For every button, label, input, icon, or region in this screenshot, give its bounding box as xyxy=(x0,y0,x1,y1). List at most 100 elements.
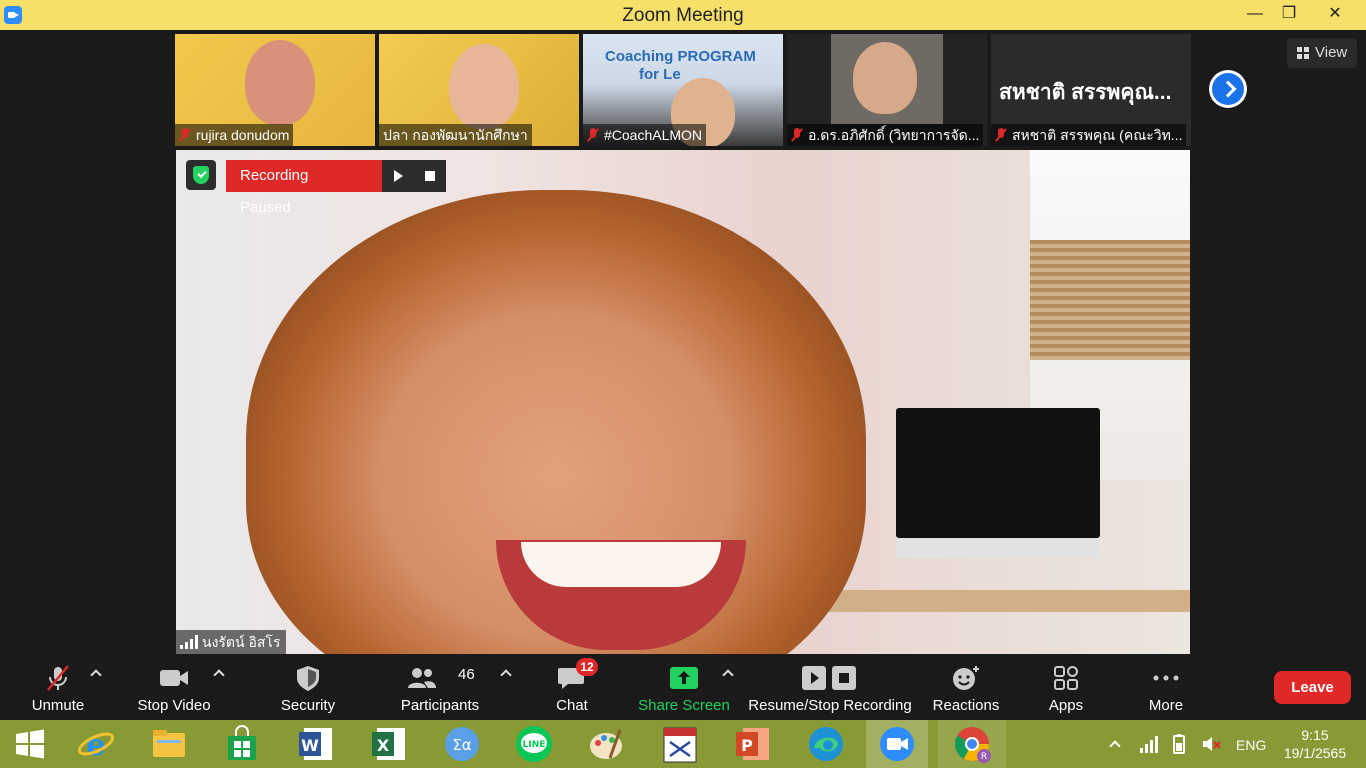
recording-status: Recording Paused xyxy=(226,160,382,216)
taskbar-clock[interactable]: 9:15 19/1/2565 xyxy=(1270,726,1360,762)
audio-options-caret[interactable] xyxy=(91,668,101,678)
security-button[interactable]: Security xyxy=(270,656,346,720)
apps-icon xyxy=(1054,666,1078,690)
apps-button[interactable]: Apps xyxy=(1040,656,1092,720)
resume-recording-button[interactable] xyxy=(382,160,414,192)
participant-name: สหชาติ สรรพคุณ (คณะวิท... xyxy=(1012,127,1183,143)
participants-options-caret[interactable] xyxy=(501,668,511,678)
more-button[interactable]: More xyxy=(1140,656,1192,720)
share-screen-icon xyxy=(670,667,698,689)
recording-controls-icon xyxy=(802,666,856,690)
share-screen-button[interactable]: Share Screen xyxy=(636,656,732,720)
lisrel-icon[interactable] xyxy=(660,724,700,764)
more-label: More xyxy=(1148,697,1184,714)
background-blinds xyxy=(1030,240,1190,360)
powerpoint-icon[interactable]: P xyxy=(733,724,773,764)
share-options-caret[interactable] xyxy=(723,668,733,678)
participant-name-bar: สหชาติ สรรพคุณ (คณะวิท... xyxy=(991,124,1187,146)
network-signal-icon[interactable] xyxy=(1138,734,1158,754)
participant-tile[interactable]: rujira donudom xyxy=(175,34,375,146)
share-screen-label: Share Screen xyxy=(638,697,730,714)
participant-name-placeholder: สหชาติ สรรพคุณ... xyxy=(999,81,1172,104)
windows-taskbar: e W X Σα LINE P R ENG 9:15 19/1/2565 xyxy=(0,720,1366,768)
participant-name-bar: ปลา กองพัฒนานักศึกษา xyxy=(379,124,532,146)
gallery-grid-icon xyxy=(1297,47,1309,59)
encryption-shield-icon[interactable] xyxy=(186,160,216,190)
edge-icon[interactable] xyxy=(806,724,846,764)
apps-label: Apps xyxy=(1048,697,1084,714)
active-speaker-video[interactable]: Recording Paused นงรัตน์ อิสโร xyxy=(176,150,1190,654)
svg-text:LINE: LINE xyxy=(523,740,546,750)
svg-text:X: X xyxy=(377,736,390,755)
meeting-area: rujira donudom ปลา กองพัฒนานักศึกษา Coac… xyxy=(0,30,1366,656)
background-monitor-base xyxy=(896,538,1100,558)
mic-muted-icon xyxy=(791,128,803,142)
svg-text:P: P xyxy=(741,736,753,755)
participants-count: 46 xyxy=(458,666,475,683)
unmute-label: Unmute xyxy=(31,697,85,714)
svg-text:R: R xyxy=(981,752,987,762)
maximize-button[interactable]: ❐ xyxy=(1266,0,1312,30)
participant-name-bar: อ.ดร.อภิศักดิ์ (วิทยาการจัด... xyxy=(787,124,984,146)
participant-face xyxy=(853,42,917,114)
svg-text:W: W xyxy=(301,736,319,755)
internet-explorer-icon[interactable]: e xyxy=(76,724,116,764)
video-overlay-text: Coaching PROGRAM xyxy=(605,48,756,65)
stop-video-button[interactable]: Stop Video xyxy=(132,656,216,720)
participant-tile[interactable]: อ.ดร.อภิศักดิ์ (วิทยาการจัด... xyxy=(787,34,987,146)
chat-label: Chat xyxy=(556,697,588,714)
participant-video xyxy=(449,44,519,129)
reactions-label: Reactions xyxy=(932,697,1000,714)
resume-stop-recording-button[interactable]: Resume/Stop Recording xyxy=(746,656,914,720)
more-dots-icon xyxy=(1153,675,1179,681)
close-button[interactable]: ✕ xyxy=(1312,0,1358,30)
show-hidden-icons-chevron[interactable] xyxy=(1108,738,1121,752)
windows-start-icon[interactable] xyxy=(10,724,50,764)
reactions-button[interactable]: Reactions xyxy=(928,656,1004,720)
participant-name: อ.ดร.อภิศักดิ์ (วิทยาการจัด... xyxy=(808,127,980,143)
background-monitor xyxy=(896,408,1100,538)
math-input-icon[interactable]: Σα xyxy=(442,724,482,764)
security-label: Security xyxy=(280,697,336,714)
participant-tile[interactable]: Coaching PROGRAM for Le #CoachALMON xyxy=(583,34,783,146)
reactions-smiley-icon xyxy=(953,666,979,690)
video-options-caret[interactable] xyxy=(214,668,224,678)
meeting-toolbar: Unmute Stop Video Security 46 Participan… xyxy=(0,656,1366,720)
stop-recording-button[interactable] xyxy=(414,160,446,192)
participant-strip: rujira donudom ปลา กองพัฒนานักศึกษา Coac… xyxy=(175,34,1191,146)
view-label: View xyxy=(1315,44,1348,61)
speaker-teeth xyxy=(521,542,721,587)
word-icon[interactable]: W xyxy=(296,724,336,764)
video-camera-icon xyxy=(160,670,188,686)
chrome-taskbar-item[interactable]: R xyxy=(938,720,1006,768)
file-explorer-icon[interactable] xyxy=(149,724,189,764)
leave-button[interactable]: Leave xyxy=(1274,671,1351,704)
chrome-icon: R xyxy=(955,727,991,763)
store-icon[interactable] xyxy=(222,724,262,764)
video-overlay-text: for Le xyxy=(639,66,681,83)
next-page-button[interactable] xyxy=(1209,70,1247,108)
unmute-button[interactable]: Unmute xyxy=(22,656,94,720)
zoom-taskbar-active[interactable] xyxy=(866,720,928,768)
participants-icon xyxy=(408,668,437,688)
participants-button[interactable]: 46 Participants xyxy=(396,656,484,720)
view-button[interactable]: View xyxy=(1287,38,1357,68)
participant-video xyxy=(245,40,315,125)
participant-tile[interactable]: สหชาติ สรรพคุณ... สหชาติ สรรพคุณ (คณะวิท… xyxy=(991,34,1191,146)
volume-muted-icon[interactable] xyxy=(1200,733,1222,755)
paint-icon[interactable] xyxy=(586,724,626,764)
security-shield-icon xyxy=(297,666,319,691)
clock-date: 19/1/2565 xyxy=(1283,745,1347,761)
participant-name: ปลา กองพัฒนานักศึกษา xyxy=(383,127,528,143)
excel-icon[interactable]: X xyxy=(369,724,409,764)
chat-button[interactable]: 12 Chat xyxy=(546,656,598,720)
zoom-icon xyxy=(880,727,914,761)
mic-muted-icon xyxy=(995,128,1007,142)
chat-unread-badge: 12 xyxy=(576,658,598,676)
battery-icon[interactable] xyxy=(1168,733,1190,755)
participant-name-bar: rujira donudom xyxy=(175,124,294,146)
svg-text:Σα: Σα xyxy=(452,736,471,754)
participant-tile[interactable]: ปลา กองพัฒนานักศึกษา xyxy=(379,34,579,146)
language-indicator[interactable]: ENG xyxy=(1236,737,1266,753)
line-icon[interactable]: LINE xyxy=(514,724,554,764)
